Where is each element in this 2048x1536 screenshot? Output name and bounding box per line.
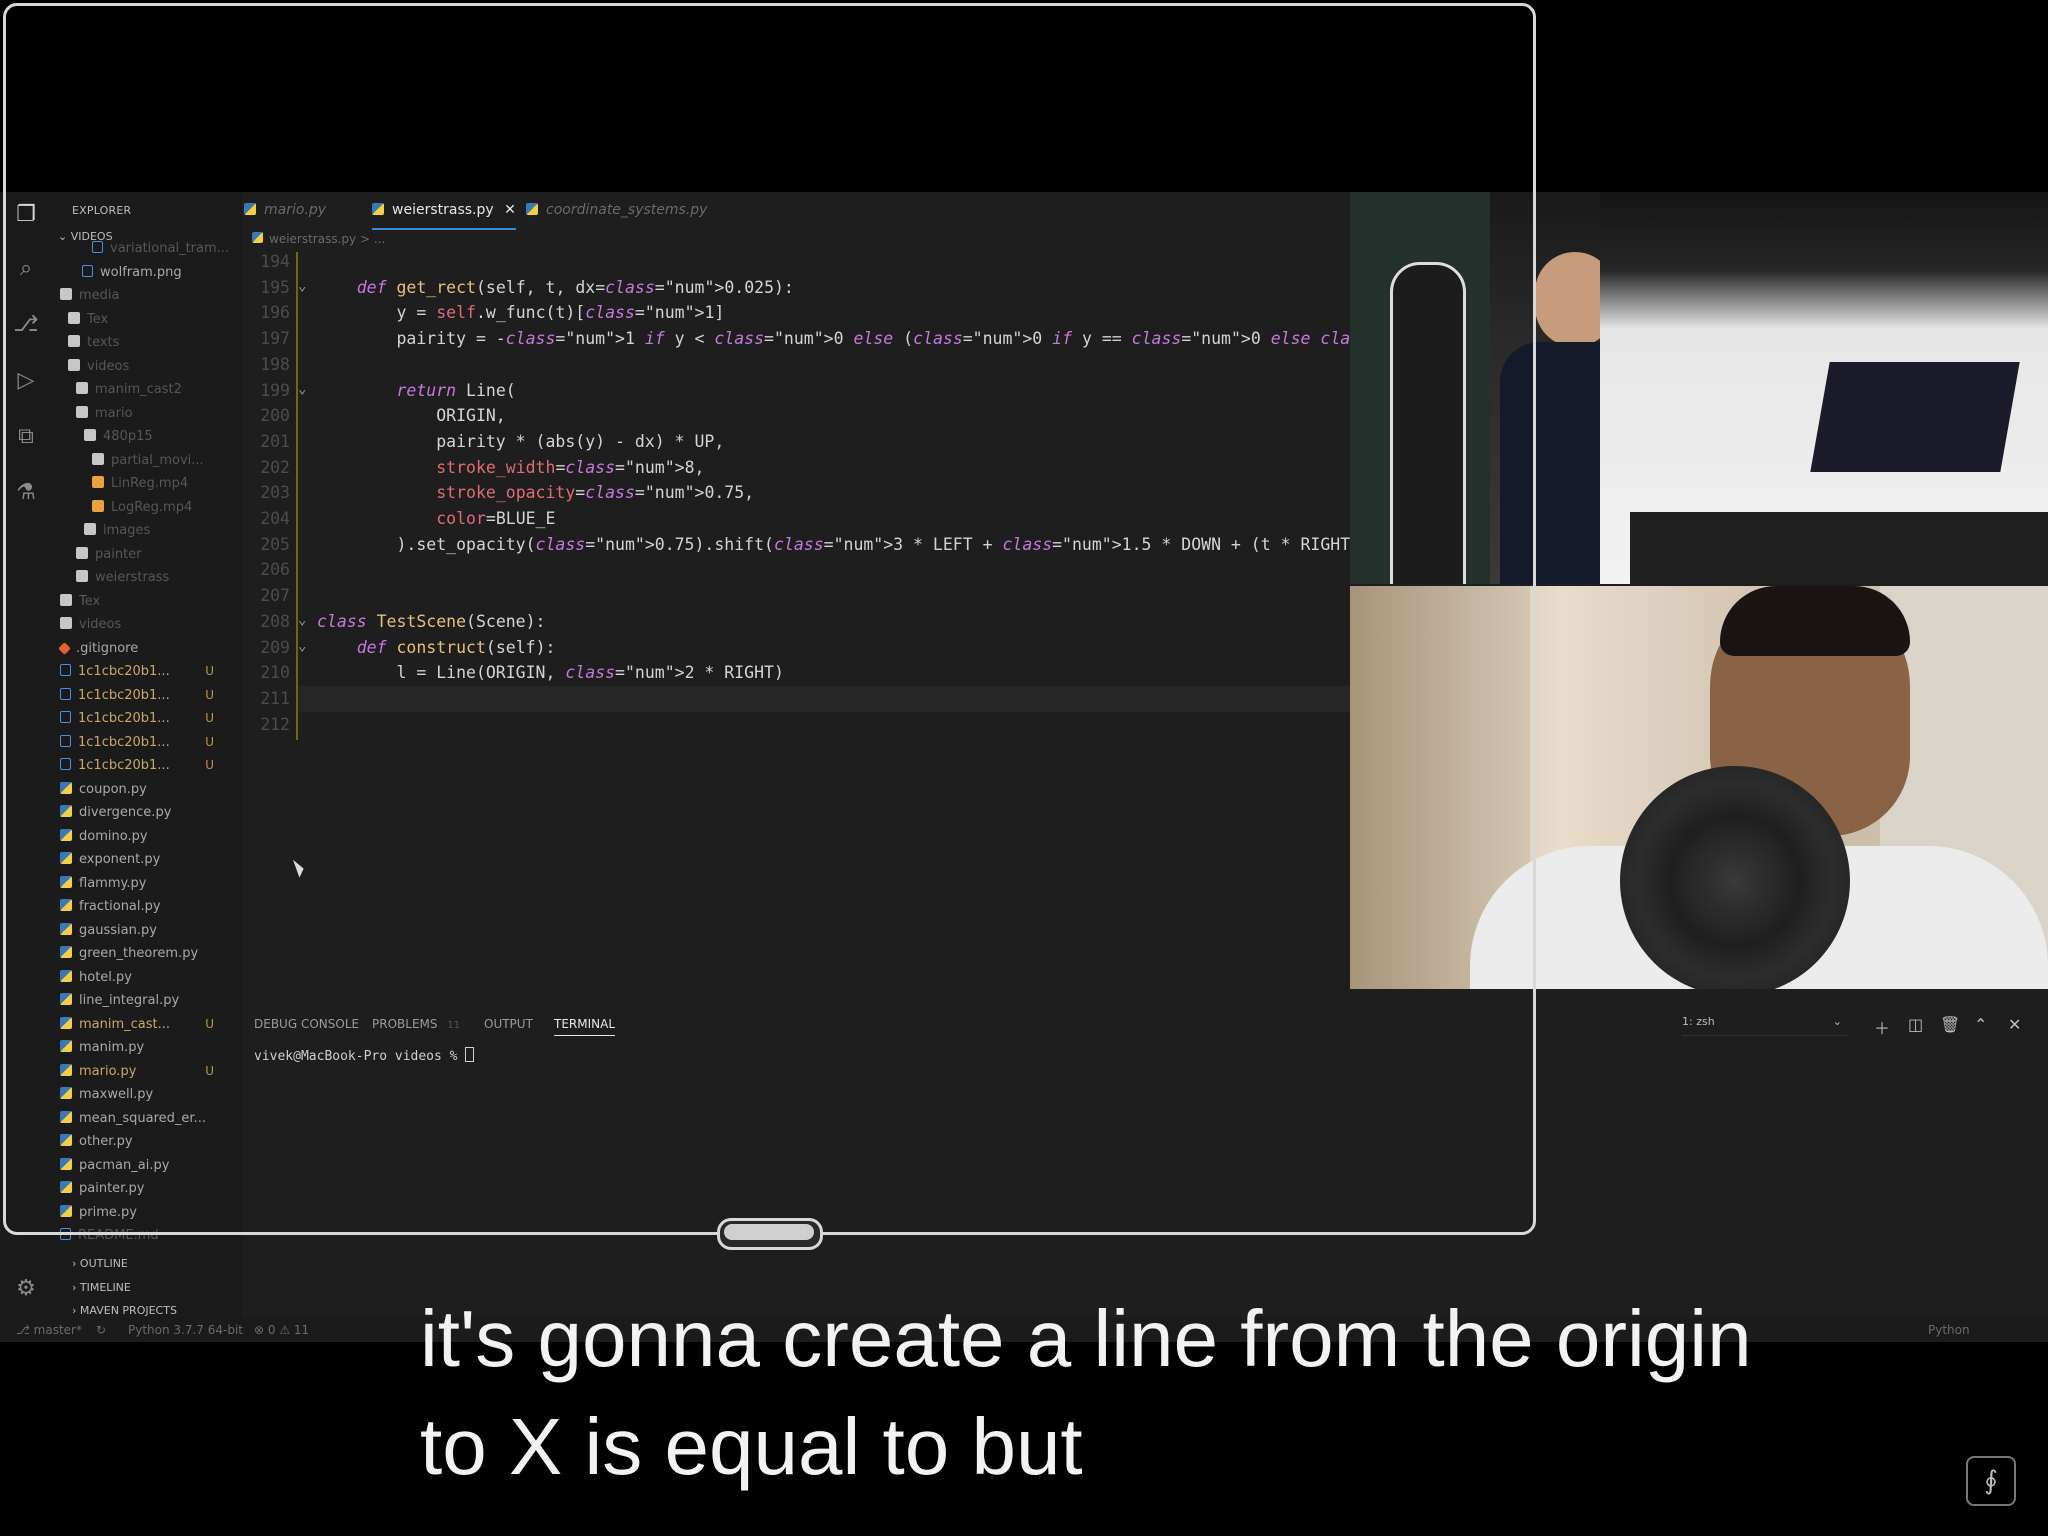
channel-logo-icon: ∮: [1966, 1456, 2016, 1506]
video-caption: it's gonna create a line from the origin…: [420, 1285, 1752, 1501]
caption-line-1: it's gonna create a line from the origin: [420, 1294, 1752, 1383]
laptop: [1810, 362, 2020, 472]
pip-window-frame[interactable]: [3, 3, 1536, 1235]
section-timeline[interactable]: › TIMELINE: [72, 1276, 177, 1300]
desk: [1630, 512, 2048, 584]
maximize-panel-icon[interactable]: ⌃: [1974, 1015, 1987, 1034]
problems-indicator[interactable]: ⊗ 0 ⚠ 11: [254, 1323, 309, 1337]
settings-gear-icon[interactable]: ⚙: [13, 1276, 39, 1302]
terminal-select[interactable]: 1: zsh ⌄: [1682, 1015, 1848, 1036]
sync-icon[interactable]: ↻: [96, 1323, 106, 1337]
sidebar-sections: › OUTLINE › TIMELINE › MAVEN PROJECTS: [72, 1252, 177, 1323]
trash-icon[interactable]: 🗑: [1940, 1015, 1960, 1034]
git-branch[interactable]: ⎇ master*: [16, 1323, 82, 1337]
split-terminal-icon[interactable]: ◫: [1908, 1015, 1923, 1034]
pip-handle-bar[interactable]: [724, 1224, 814, 1240]
section-outline[interactable]: › OUTLINE: [72, 1252, 177, 1276]
close-panel-icon[interactable]: ✕: [2008, 1015, 2021, 1034]
microphone: [1620, 766, 1850, 989]
python-interpreter[interactable]: Python 3.7.7 64-bit: [128, 1323, 243, 1337]
person-hair: [1720, 586, 1910, 656]
language-mode[interactable]: Python: [1928, 1323, 1970, 1337]
caption-line-2: to X is equal to but: [420, 1402, 1083, 1491]
chevron-down-icon: ⌄: [1832, 1015, 1842, 1028]
new-terminal-icon[interactable]: ＋: [1874, 1015, 1890, 1039]
